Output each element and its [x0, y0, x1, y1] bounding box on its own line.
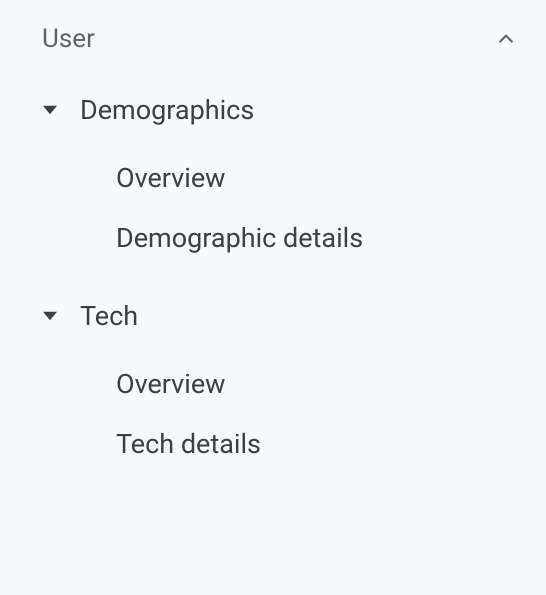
section-header-user[interactable]: User — [0, 16, 546, 62]
item-label: Demographic details — [116, 222, 363, 254]
subsection-label: Demographics — [80, 94, 254, 126]
caret-down-icon — [40, 309, 60, 323]
nav-item-tech-details[interactable]: Tech details — [0, 414, 546, 474]
caret-down-icon — [40, 103, 60, 117]
items-container: Overview Tech details — [0, 344, 546, 474]
subsection-tech: Tech Overview Tech details — [0, 268, 546, 474]
nav-item-demographic-details[interactable]: Demographic details — [0, 208, 546, 268]
chevron-up-icon — [494, 27, 518, 51]
item-label: Tech details — [116, 428, 261, 460]
items-container: Overview Demographic details — [0, 138, 546, 268]
subsection-header-tech[interactable]: Tech — [0, 288, 546, 344]
subsection-demographics: Demographics Overview Demographic detail… — [0, 62, 546, 268]
item-label: Overview — [116, 162, 225, 194]
item-label: Overview — [116, 368, 225, 400]
section-header-label: User — [42, 24, 95, 54]
nav-item-tech-overview[interactable]: Overview — [0, 354, 546, 414]
subsection-label: Tech — [80, 300, 138, 332]
nav-item-demographics-overview[interactable]: Overview — [0, 148, 546, 208]
subsection-header-demographics[interactable]: Demographics — [0, 82, 546, 138]
